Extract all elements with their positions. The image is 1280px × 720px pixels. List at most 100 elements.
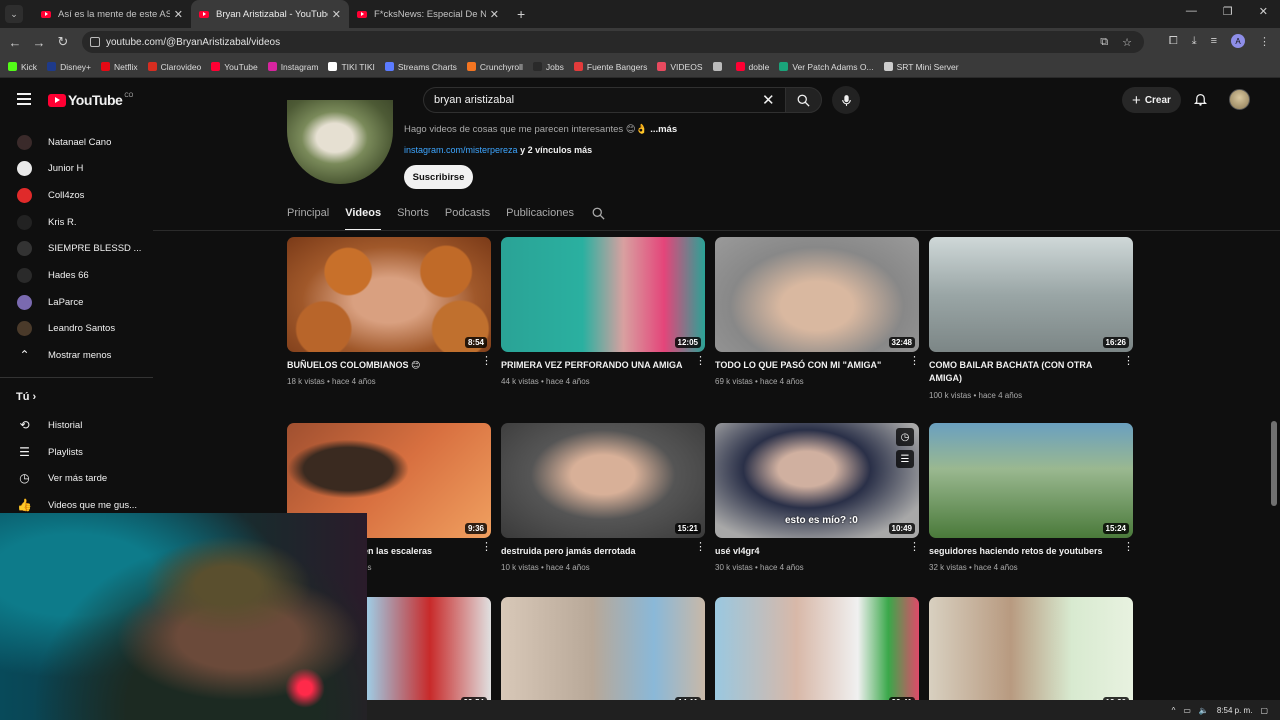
video-thumbnail[interactable]: 16:26 <box>929 237 1133 352</box>
bookmark-item[interactable]: Jobs <box>532 62 564 72</box>
create-button[interactable]: + Crear <box>1122 87 1181 113</box>
channel-tab-videos[interactable]: Videos <box>345 203 382 231</box>
sidebar-subscription-item[interactable]: SIEMPRE BLESSD ... <box>0 235 153 261</box>
bookmark-item[interactable]: Clarovideo <box>147 62 201 72</box>
sidebar-item-playlists[interactable]: ☰ Playlists <box>0 439 153 465</box>
video-card[interactable]: 15:24 seguidores haciendo retos de youtub… <box>929 423 1134 572</box>
video-card[interactable]: 12:36 <box>929 597 1133 712</box>
channel-tab-principal[interactable]: Principal <box>287 203 329 231</box>
tray-chevron-icon[interactable]: ^ <box>1172 706 1176 715</box>
bookmark-item[interactable]: Fuente Bangers <box>573 62 647 72</box>
guide-menu-icon[interactable] <box>17 93 31 105</box>
clear-search-icon[interactable]: ✕ <box>762 91 775 109</box>
tab-close-icon[interactable]: ✕ <box>490 8 499 21</box>
video-title[interactable]: PRIMERA VEZ PERFORANDO UNA AMIGA <box>501 359 689 372</box>
bookmark-item[interactable]: doble <box>735 62 769 72</box>
tab-close-icon[interactable]: ✕ <box>332 8 341 21</box>
sidebar-subscription-item[interactable]: Coll4zos <box>0 182 153 208</box>
video-thumbnail[interactable]: 12:36 <box>929 597 1133 712</box>
bookmark-item[interactable]: Disney+ <box>47 62 91 72</box>
close-window-icon[interactable]: ✕ <box>1259 5 1268 18</box>
sidebar-subscription-item[interactable]: Leandro Santos <box>0 315 153 341</box>
video-menu-kebab-icon[interactable]: ⋮ <box>909 542 920 553</box>
video-thumbnail[interactable]: 15:24 <box>929 423 1133 538</box>
bookmark-item[interactable]: Netflix <box>101 62 138 72</box>
sidebar-subscription-item[interactable]: Junior H <box>0 155 153 181</box>
bookmark-item[interactable]: YouTube <box>211 62 258 72</box>
forward-arrow-icon[interactable]: → <box>27 35 51 50</box>
minimize-icon[interactable]: — <box>1186 5 1197 18</box>
sidebar-item-watch-later[interactable]: ◷ Ver más tarde <box>0 465 153 491</box>
sidebar-subscription-item[interactable]: LaParce <box>0 289 153 315</box>
account-avatar[interactable] <box>1229 89 1250 110</box>
restore-icon[interactable]: ❐ <box>1223 5 1233 18</box>
new-tab-plus-icon[interactable]: + <box>517 6 525 22</box>
browser-tab-2[interactable]: Bryan Aristizabal - YouTube ✕ <box>191 0 349 28</box>
sidebar-subscription-item[interactable]: Kris R. <box>0 209 153 235</box>
video-card[interactable]: 10:49 esto es mío? :0 ◷ ☰ usé vl4gr4 ⋮ 30 k vi… <box>715 423 920 572</box>
channel-avatar[interactable] <box>287 100 393 184</box>
video-menu-kebab-icon[interactable]: ⋮ <box>695 542 706 553</box>
more-links[interactable]: y 2 vínculos más <box>520 145 592 155</box>
channel-tab-shorts[interactable]: Shorts <box>397 203 429 231</box>
channel-tab-podcasts[interactable]: Podcasts <box>445 203 490 231</box>
browser-tab-3[interactable]: F*cksNews: Especial De Navidad ✕ <box>349 0 507 28</box>
tab-search-chevron-icon[interactable]: ⌄ <box>5 5 23 23</box>
bookmark-item[interactable]: Kick <box>8 62 37 72</box>
profile-avatar-icon[interactable]: A <box>1231 34 1245 48</box>
video-menu-kebab-icon[interactable]: ⋮ <box>1123 542 1134 553</box>
video-thumbnail[interactable]: 12:05 <box>501 237 705 352</box>
search-input[interactable]: bryan aristizabal <box>423 87 785 113</box>
tray-volume-icon[interactable]: 🔈 <box>1199 706 1209 715</box>
bookmark-item[interactable]: SRT Mini Server <box>883 62 959 72</box>
address-bar[interactable]: youtube.com/@BryanAristizabal/videos ⧉ ☆ <box>82 31 1144 53</box>
more-link[interactable]: ...más <box>650 124 677 135</box>
bookmark-item[interactable]: Streams Charts <box>384 62 457 72</box>
video-card[interactable]: 32:48 TODO LO QUE PASÓ CON MI "AMIGA" ⋮ 69 … <box>715 237 920 386</box>
video-menu-kebab-icon[interactable]: ⋮ <box>481 542 492 553</box>
extensions-puzzle-icon[interactable]: ⧠ <box>1169 35 1178 48</box>
add-to-queue-icon[interactable]: ☰ <box>896 450 914 468</box>
downloads-icon[interactable]: ⤓ <box>1192 35 1197 48</box>
page-scrollbar[interactable] <box>1271 421 1277 506</box>
video-card[interactable]: 8:54 BUÑUELOS COLOMBIANOS 😊 ⋮ 18 k vistas •… <box>287 237 492 386</box>
clock-time[interactable]: 8:54 p. m. <box>1217 706 1253 715</box>
tab-close-icon[interactable]: ✕ <box>174 8 183 21</box>
youtube-logo[interactable]: YouTube CO <box>48 92 133 108</box>
video-card[interactable]: 16:26 COMO BAILAR BACHATA (CON OTRA AMIGA… <box>929 237 1134 400</box>
sidebar-show-less[interactable]: ⌃ Mostrar menos <box>0 342 153 368</box>
channel-description[interactable]: Hago videos de cosas que me parecen inte… <box>404 124 677 135</box>
video-title[interactable]: usé vl4gr4 <box>715 545 903 558</box>
reading-list-icon[interactable]: ≡ <box>1211 35 1217 47</box>
voice-search-button[interactable] <box>832 86 860 114</box>
instagram-link[interactable]: instagram.com/misterpereza <box>404 145 518 155</box>
video-title[interactable]: destruida pero jamás derrotada <box>501 545 689 558</box>
video-thumbnail[interactable]: 15:21 <box>501 423 705 538</box>
search-button[interactable] <box>785 87 822 113</box>
bookmark-item[interactable]: Instagram <box>267 62 318 72</box>
video-menu-kebab-icon[interactable]: ⋮ <box>909 356 920 367</box>
site-info-icon[interactable] <box>90 37 100 47</box>
video-card[interactable]: 14:11 <box>501 597 705 712</box>
video-card[interactable]: 22:41 <box>715 597 919 712</box>
video-card[interactable]: 15:21 destruida pero jamás derrotada ⋮ 10 k… <box>501 423 706 572</box>
bookmark-item[interactable] <box>712 62 726 71</box>
tray-network-icon[interactable]: ▭ <box>1183 706 1191 715</box>
video-title[interactable]: seguidores haciendo retos de youtubers <box>929 545 1117 558</box>
sidebar-item-history[interactable]: ⟲ Historial <box>0 412 153 438</box>
bookmark-item[interactable]: VIDEOS <box>657 62 703 72</box>
video-title[interactable]: COMO BAILAR BACHATA (CON OTRA AMIGA) <box>929 359 1117 385</box>
bookmark-item[interactable]: Crunchyroll <box>466 62 523 72</box>
reload-icon[interactable]: ↻ <box>51 34 75 50</box>
subscribe-button[interactable]: Suscribirse <box>404 165 473 189</box>
sidebar-subscription-item[interactable]: Natanael Cano <box>0 129 153 155</box>
video-menu-kebab-icon[interactable]: ⋮ <box>481 356 492 367</box>
bookmark-item[interactable]: Ver Patch Adams O... <box>779 62 874 72</box>
notifications-bell-icon[interactable] <box>1193 91 1208 107</box>
browser-menu-icon[interactable]: ⋮ <box>1259 35 1270 48</box>
video-title[interactable]: en las escaleras <box>363 545 475 558</box>
bookmark-star-icon[interactable]: ☆ <box>1122 36 1132 49</box>
video-card[interactable]: 12:05 PRIMERA VEZ PERFORANDO UNA AMIGA ⋮ 44… <box>501 237 706 386</box>
watch-later-icon[interactable]: ◷ <box>896 428 914 446</box>
video-menu-kebab-icon[interactable]: ⋮ <box>695 356 706 367</box>
